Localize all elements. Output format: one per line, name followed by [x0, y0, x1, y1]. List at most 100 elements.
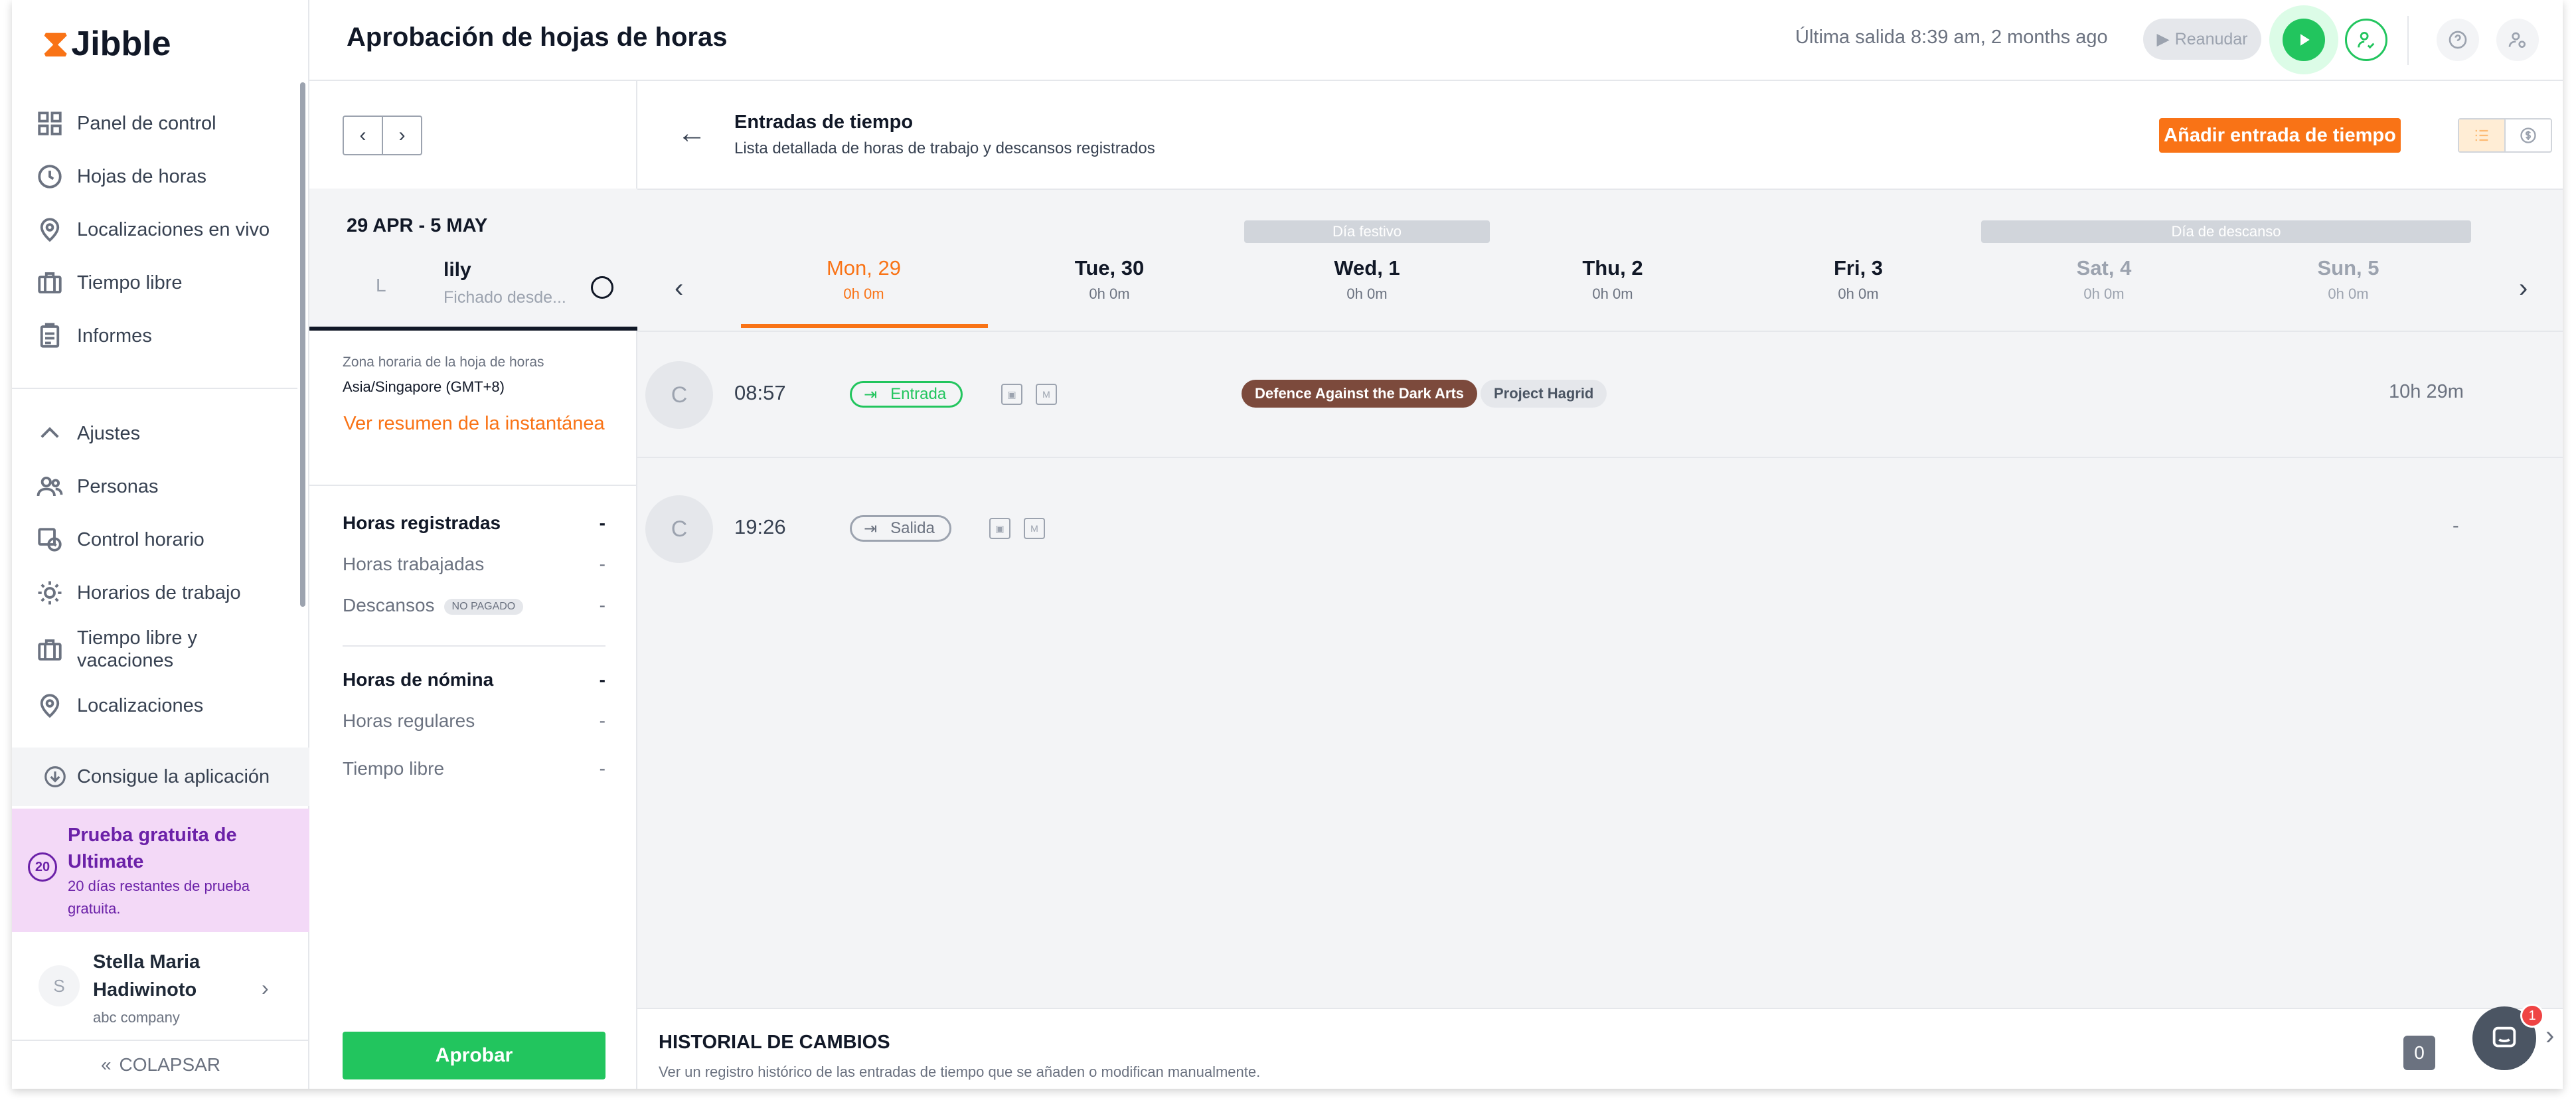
- sidebar-scrollbar[interactable]: [300, 82, 305, 607]
- day-hours: 0h 0m: [1838, 285, 1879, 302]
- cost-view-button[interactable]: [2504, 119, 2551, 151]
- day-tab[interactable]: Tue, 30 0h 0m: [987, 256, 1232, 303]
- sidebar-item-dashboard[interactable]: Panel de control: [36, 110, 216, 137]
- next-period-button[interactable]: ›: [383, 117, 421, 154]
- change-history-section[interactable]: HISTORIAL DE CAMBIOS Ver un registro his…: [637, 1008, 2563, 1089]
- entry-time[interactable]: 19:26: [734, 515, 786, 539]
- view-toggle: [2458, 118, 2552, 153]
- list-view-button[interactable]: [2459, 119, 2504, 151]
- list-icon: [2475, 129, 2488, 141]
- summary-divider: [309, 485, 637, 486]
- chevron-right-icon: ›: [398, 124, 406, 146]
- manual-icon: M: [1036, 384, 1057, 405]
- activity-tag[interactable]: Defence Against the Dark Arts: [1242, 380, 1478, 408]
- approve-button[interactable]: Aprobar: [343, 1032, 605, 1079]
- day-hours: 0h 0m: [1592, 285, 1633, 302]
- day-tab[interactable]: Fri, 3 0h 0m: [1735, 256, 1981, 303]
- jibble-logo[interactable]: ⧗ Jibble: [42, 21, 171, 66]
- time-entry-row[interactable]: C 08:57 ⇥ Entrada ▣ M Defence Against th…: [637, 332, 2563, 458]
- sidebar-item-timesheets[interactable]: Hojas de horas: [36, 163, 206, 191]
- section-subtitle: Lista detallada de horas de trabajo y de…: [734, 139, 1155, 157]
- member-week-card[interactable]: 29 APR - 5 MAY L lily Fichado desde...: [309, 189, 637, 331]
- sidebar-item-label: Tiempo libre: [77, 272, 183, 293]
- sidebar-item-people[interactable]: Personas: [36, 473, 159, 501]
- entry-duration: 10h 29m: [2389, 381, 2464, 402]
- clock-in-button[interactable]: [2283, 19, 2325, 61]
- trial-subtitle: 20 días restantes de prueba gratuita.: [68, 878, 250, 917]
- get-app-button[interactable]: Consigue la aplicación: [12, 748, 309, 806]
- member-select-radio[interactable]: [591, 276, 613, 299]
- topbar-divider: [2407, 16, 2409, 65]
- back-arrow-icon[interactable]: ←: [677, 117, 706, 150]
- time-entry-row[interactable]: C 19:26 ⇥ Salida ▣ M -: [637, 466, 2563, 592]
- summary-row-breaks: Descansos NO PAGADO -: [343, 595, 605, 616]
- day-name: Fri, 3: [1833, 256, 1884, 279]
- summary-row-payroll: Horas de nómina -: [343, 669, 605, 690]
- unpaid-badge: NO PAGADO: [443, 598, 524, 615]
- sidebar-item-locations[interactable]: Localizaciones: [36, 692, 203, 720]
- day-hours: 0h 0m: [843, 285, 884, 302]
- project-tag[interactable]: Project Hagrid: [1481, 380, 1607, 408]
- clock-in-for-member-button[interactable]: [2345, 19, 2387, 61]
- sidebar-item-time-tracking[interactable]: Control horario: [36, 526, 204, 554]
- location-pin-icon: [40, 218, 60, 242]
- day-tab[interactable]: Thu, 2 0h 0m: [1490, 256, 1735, 303]
- entry-time[interactable]: 08:57: [734, 381, 786, 405]
- history-subtitle: Ver un registro histórico de las entrada…: [659, 1064, 1261, 1080]
- summary-row-regular: Horas regulares -: [343, 710, 605, 732]
- user-settings-icon: [2508, 32, 2526, 48]
- collapse-sidebar-button[interactable]: « COLAPSAR: [12, 1040, 309, 1089]
- sidebar-item-live-locations[interactable]: Localizaciones en vivo: [36, 216, 270, 244]
- trial-banner[interactable]: 20 Prueba gratuita de Ultimate 20 días r…: [12, 809, 309, 932]
- sidebar-item-time-off-vacations[interactable]: Tiempo libre y vacaciones: [36, 627, 223, 672]
- day-name: Thu, 2: [1582, 256, 1643, 279]
- manual-icon: M: [1024, 518, 1045, 539]
- sidebar-item-label: Control horario: [77, 528, 204, 550]
- sidebar-item-label: Informes: [77, 325, 152, 347]
- avatar: S: [39, 965, 80, 1006]
- row-value: -: [599, 710, 605, 731]
- time-entries-panel: ← Entradas de tiempo Lista detallada de …: [637, 81, 2563, 1089]
- active-day-indicator: [741, 324, 988, 328]
- sidebar-item-time-off[interactable]: Tiempo libre: [36, 269, 182, 297]
- sidebar-settings-toggle[interactable]: Ajustes: [36, 420, 140, 447]
- member-status: Fichado desde...: [443, 288, 566, 307]
- help-button[interactable]: [2437, 19, 2479, 61]
- user-profile[interactable]: S Stella Maria Hadiwinoto abc company ›: [12, 936, 309, 1036]
- notifications-button[interactable]: [2496, 19, 2539, 61]
- day-tab[interactable]: Wed, 1 0h 0m: [1244, 256, 1490, 303]
- device-icon: ▣: [1001, 384, 1022, 405]
- chevron-left-icon: ‹: [359, 124, 366, 146]
- day-tab[interactable]: Sat, 4 0h 0m: [1981, 256, 2227, 303]
- day-tab[interactable]: Mon, 29 0h 0m: [741, 256, 987, 303]
- summary-row-worked: Horas trabajadas -: [343, 554, 605, 575]
- row-label: Horas de nómina: [343, 669, 494, 690]
- next-week-button[interactable]: ›: [2519, 274, 2528, 303]
- sidebar-item-work-schedules[interactable]: Horarios de trabajo: [36, 579, 241, 607]
- people-icon: [37, 476, 63, 497]
- clipboard-icon: [40, 323, 60, 348]
- resume-button[interactable]: ▶ Reanudar: [2143, 19, 2261, 60]
- previous-period-button[interactable]: ‹: [344, 117, 383, 154]
- previous-week-button[interactable]: ‹: [675, 274, 683, 303]
- history-count-badge: 0: [2403, 1036, 2435, 1070]
- row-label: Horas registradas: [343, 513, 501, 533]
- row-label: Horas regulares: [343, 710, 475, 731]
- timezone-label: Zona horaria de la hoja de horas: [343, 355, 544, 370]
- dashboard-icon: [38, 112, 62, 135]
- clock-in-pill: ⇥ Entrada: [850, 381, 963, 408]
- row-label: Descansos: [343, 595, 435, 615]
- day-tab[interactable]: Sun, 5 0h 0m: [2225, 256, 2471, 303]
- sidebar-settings-label: Ajustes: [77, 422, 141, 444]
- add-time-entry-button[interactable]: Añadir entrada de tiempo: [2159, 118, 2401, 153]
- holiday-tag: Día festivo: [1244, 220, 1490, 243]
- sidebar-item-reports[interactable]: Informes: [36, 322, 152, 350]
- user-company: abc company: [93, 1009, 180, 1026]
- sidebar-item-label: Personas: [77, 475, 159, 497]
- last-exit-status: Última salida 8:39 am, 2 months ago: [1795, 27, 2108, 48]
- chevron-left-icon: ‹: [675, 274, 684, 303]
- view-snapshot-link[interactable]: Ver resumen de la instantánea: [343, 410, 605, 437]
- week-range: 29 APR - 5 MAY: [347, 215, 488, 236]
- history-title: HISTORIAL DE CAMBIOS: [659, 1032, 890, 1053]
- chevron-right-icon[interactable]: ›: [2545, 1021, 2554, 1051]
